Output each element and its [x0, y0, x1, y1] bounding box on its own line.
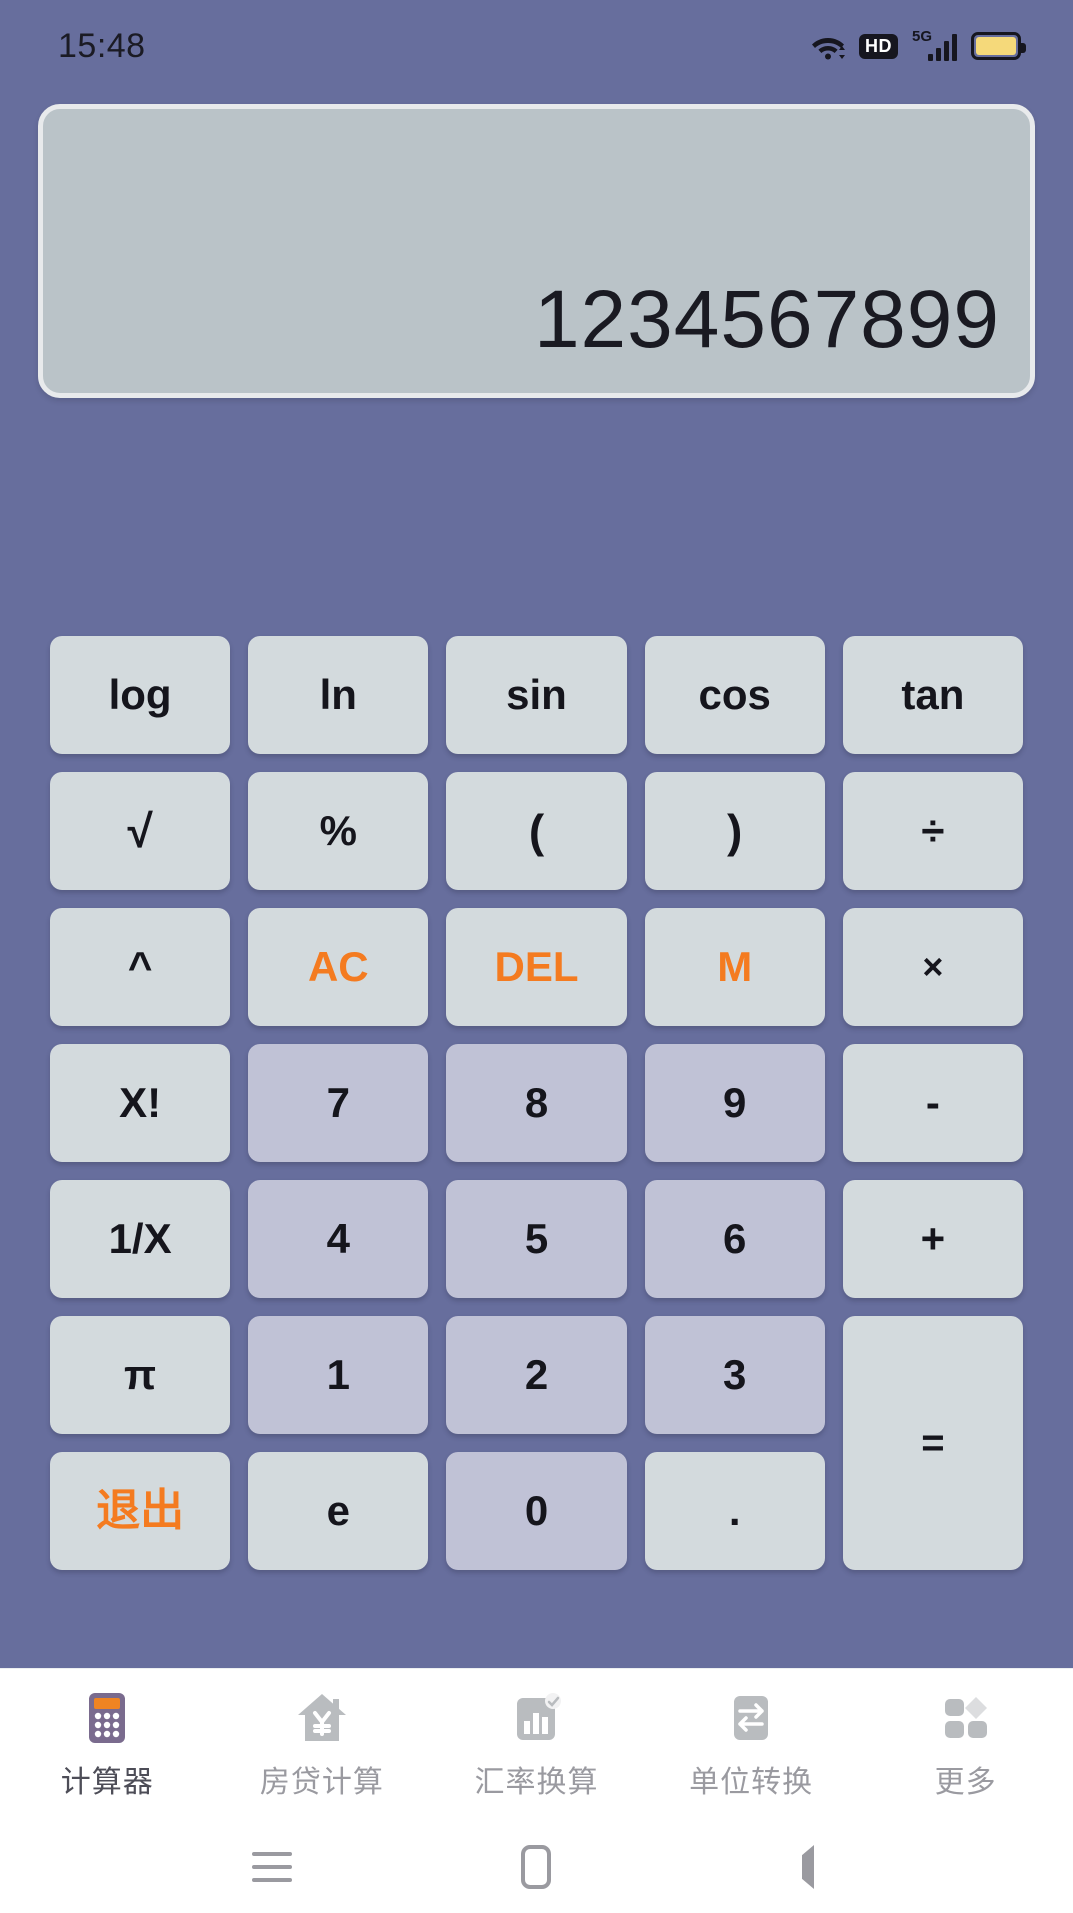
key-equals[interactable]: = [842, 1316, 1023, 1570]
key-plus[interactable]: + [842, 1180, 1023, 1298]
key-1[interactable]: 1 [248, 1316, 429, 1434]
tab-label-unit-conversion: 单位转换 [689, 1765, 814, 1799]
calculator-display: 1234567899 [38, 104, 1035, 398]
key-paren-close[interactable]: ) [644, 772, 825, 890]
key-multiply[interactable]: × [842, 908, 1023, 1026]
tab-label-exchange-rate: 汇率换算 [474, 1765, 599, 1799]
key-factorial[interactable]: X! [50, 1044, 231, 1162]
status-bar: 15:48 HD 5G [0, 0, 1073, 92]
tab-mortgage[interactable]: 房贷计算 [215, 1669, 430, 1820]
signal-bars [928, 34, 957, 61]
key-memory[interactable]: M [644, 908, 825, 1026]
display-value: 1234567899 [533, 279, 1000, 361]
bar-chart-icon [507, 1689, 565, 1747]
key-power[interactable]: ^ [50, 908, 231, 1026]
grid-more-icon [937, 1689, 995, 1747]
bottom-tab-bar: 计算器 房贷计算 汇率换算 单位转换 更多 [0, 1668, 1073, 1820]
key-tan[interactable]: tan [842, 636, 1023, 754]
keypad: log ln sin cos tan √ % ( ) ÷ ^ AC DEL M … [50, 636, 1023, 1570]
calculator-icon [78, 1689, 136, 1747]
key-reciprocal[interactable]: 1/X [50, 1180, 231, 1298]
key-minus[interactable]: - [842, 1044, 1023, 1162]
key-del[interactable]: DEL [446, 908, 627, 1026]
key-4[interactable]: 4 [248, 1180, 429, 1298]
key-6[interactable]: 6 [644, 1180, 825, 1298]
tab-label-mortgage: 房贷计算 [259, 1765, 384, 1799]
recents-button[interactable] [246, 1841, 298, 1893]
key-percent[interactable]: % [248, 772, 429, 890]
tab-exchange-rate[interactable]: 汇率换算 [429, 1669, 644, 1820]
tab-unit-conversion[interactable]: 单位转换 [644, 1669, 859, 1820]
tab-more[interactable]: 更多 [858, 1669, 1073, 1820]
key-8[interactable]: 8 [446, 1044, 627, 1162]
network-type-label: 5G [912, 28, 933, 45]
key-cos[interactable]: cos [644, 636, 825, 754]
tab-calculator[interactable]: 计算器 [0, 1669, 215, 1820]
key-sin[interactable]: sin [446, 636, 627, 754]
home-button[interactable] [510, 1841, 562, 1893]
back-button[interactable] [775, 1841, 827, 1893]
tab-label-more: 更多 [934, 1765, 997, 1799]
key-exit[interactable]: 退出 [50, 1452, 231, 1570]
key-0[interactable]: 0 [446, 1452, 627, 1570]
android-nav-bar [0, 1820, 1073, 1913]
key-e[interactable]: e [248, 1452, 429, 1570]
key-5[interactable]: 5 [446, 1180, 627, 1298]
5g-signal-icon: 5G [912, 28, 957, 61]
menu-lines-icon [252, 1851, 293, 1882]
status-icons: HD 5G [811, 28, 1026, 61]
swap-arrows-icon [722, 1689, 780, 1747]
house-yen-icon [293, 1689, 351, 1747]
battery-icon [971, 32, 1026, 60]
key-ln[interactable]: ln [248, 636, 429, 754]
status-clock: 15:48 [58, 26, 146, 65]
tab-label-calculator: 计算器 [60, 1765, 154, 1799]
key-3[interactable]: 3 [644, 1316, 825, 1434]
wifi-icon [811, 32, 845, 60]
key-decimal[interactable]: . [644, 1452, 825, 1570]
key-7[interactable]: 7 [248, 1044, 429, 1162]
key-divide[interactable]: ÷ [842, 772, 1023, 890]
key-pi[interactable]: π [50, 1316, 231, 1434]
key-sqrt[interactable]: √ [50, 772, 231, 890]
hd-icon: HD [859, 33, 898, 59]
key-2[interactable]: 2 [446, 1316, 627, 1434]
key-paren-open[interactable]: ( [446, 772, 627, 890]
key-9[interactable]: 9 [644, 1044, 825, 1162]
key-ac[interactable]: AC [248, 908, 429, 1026]
key-log[interactable]: log [50, 636, 231, 754]
home-rect-icon [521, 1844, 552, 1889]
